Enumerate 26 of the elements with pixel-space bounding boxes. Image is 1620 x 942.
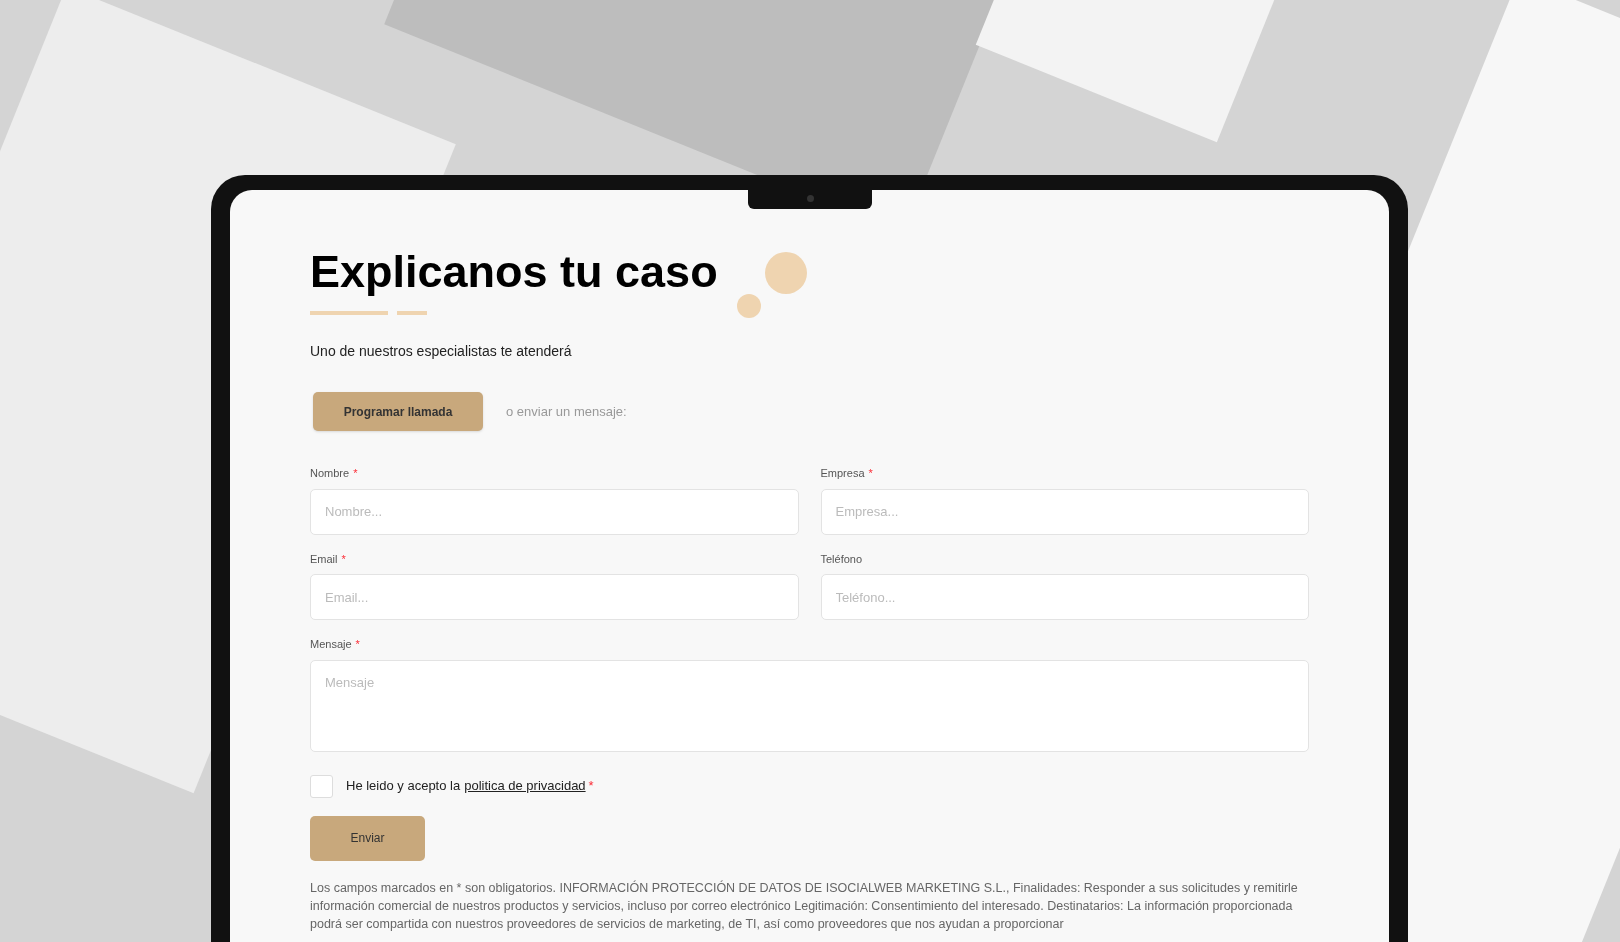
field-label: Nombre <box>310 466 350 481</box>
submit-button[interactable]: Enviar <box>310 815 425 861</box>
page-title: Explicanos tu caso <box>310 245 718 299</box>
field-label: Teléfono <box>820 551 863 567</box>
required-mark: * <box>341 551 346 567</box>
message-field[interactable]: Mensaje <box>310 659 1309 752</box>
consent-text: He leido y acepto la <box>346 777 461 796</box>
consent-checkbox[interactable] <box>310 774 333 798</box>
subtitle: Uno de nuestros especialistas te atenderá <box>310 342 573 361</box>
required-mark: * <box>868 466 873 481</box>
input-field[interactable]: Nombre... <box>310 488 799 535</box>
required-mark: * <box>353 466 358 481</box>
input-field[interactable]: Empresa... <box>820 488 1309 535</box>
alt-text: o enviar un mensaje: <box>506 402 627 421</box>
field-label: Email <box>310 551 338 567</box>
schedule-call-button[interactable]: Programar llamada <box>313 392 483 431</box>
title-underline <box>397 311 427 315</box>
privacy-policy-link[interactable]: politica de privacidad <box>464 776 586 796</box>
field-label: Mensaje <box>310 637 352 652</box>
required-mark: * <box>588 777 594 796</box>
camera-icon <box>806 194 814 202</box>
input-field[interactable]: Teléfono... <box>820 574 1309 620</box>
required-mark: * <box>355 637 360 652</box>
field-label: Empresa <box>820 466 865 481</box>
input-field[interactable]: Email... <box>310 574 799 620</box>
disclaimer-text: Los campos marcados en * son obligatorios. INFORMACIÓN PROTECCIÓN DE DATOS DE ISOCIALWEB MARKETING S.L., Finalidades: Responder a sus solicitudes y remitirle información comercial de nuestros productos y servicios, incluso por correo electrónico Legitimación: Consentimiento del interesado. Destinatarios: La información proporcionada podrá ser compartida con nuestros proveedores de servicios de marketing, de TI, así como proveedores que nos ayudan a proporcionar <box>310 879 1299 933</box>
